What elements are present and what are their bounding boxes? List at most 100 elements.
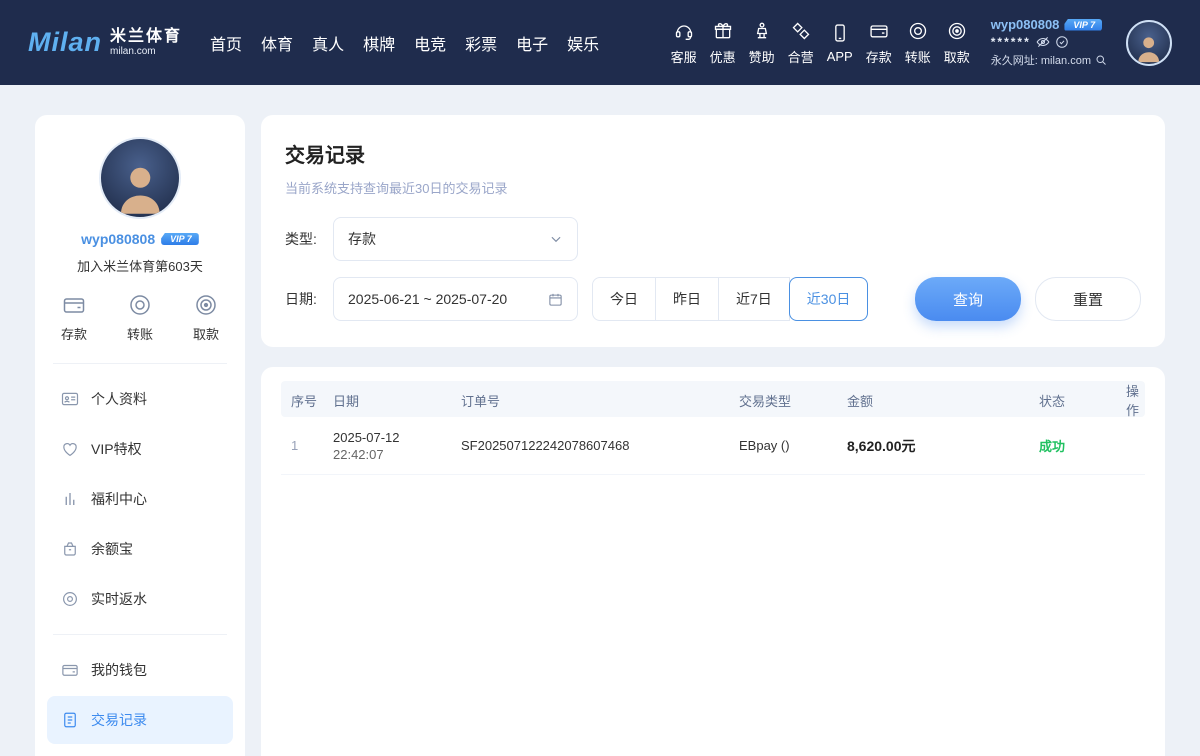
balance-mask: ******: [991, 35, 1031, 49]
nav-link-live[interactable]: 真人: [312, 31, 344, 55]
nav-link-slots[interactable]: 电子: [516, 31, 548, 55]
nav-withdraw-label: 取款: [944, 47, 970, 66]
col-amount: 金额: [843, 391, 1035, 410]
sidebar-item-profile-label: 个人资料: [91, 389, 147, 409]
calendar-icon: [548, 292, 563, 307]
page-subtitle: 当前系统支持查询最近30日的交易记录: [285, 178, 1141, 197]
range-yesterday-button[interactable]: 昨日: [655, 277, 719, 321]
transfer-icon: [908, 20, 928, 42]
nav-app-label: APP: [827, 49, 853, 64]
joined-days-text: 加入米兰体育第603天: [77, 256, 203, 275]
nav-sponsor-button[interactable]: 赞助: [749, 20, 775, 66]
chart-icon: [61, 490, 79, 508]
row-time-value: 22:42:07: [333, 447, 453, 462]
sidebar-deposit-button[interactable]: 存款: [61, 293, 87, 343]
nav-support-label: 客服: [671, 47, 697, 66]
col-action: 操作: [1117, 381, 1145, 419]
page-title: 交易记录: [285, 139, 1141, 168]
username: wyp080808: [991, 17, 1060, 32]
wallet-icon: [61, 661, 79, 679]
withdraw-icon: [947, 20, 967, 42]
reset-button[interactable]: 重置: [1035, 277, 1141, 321]
nav-promo-button[interactable]: 优惠: [710, 20, 736, 66]
nav-promo-label: 优惠: [710, 47, 736, 66]
sidebar-item-profile[interactable]: 个人资料: [47, 375, 233, 423]
sidebar-item-transaction-records-label: 交易记录: [91, 710, 147, 730]
nav-affiliate-button[interactable]: 合营: [788, 20, 814, 66]
wallet-quick-actions: 存款 转账 取款: [45, 275, 235, 359]
phone-icon: [830, 22, 850, 44]
deposit-icon: [62, 293, 86, 317]
permanent-url-label: 永久网址: milan.com: [991, 52, 1091, 68]
trophy-icon: [752, 20, 772, 42]
divider: [53, 363, 227, 364]
gift-icon: [713, 20, 733, 42]
type-select-value: 存款: [348, 229, 549, 249]
chevron-down-icon: [549, 232, 563, 246]
records-icon: [61, 711, 79, 729]
row-date-value: 2025-07-12: [333, 430, 453, 445]
row-type: EBpay (): [735, 430, 843, 461]
nav-withdraw-button[interactable]: 取款: [944, 20, 970, 66]
sidebar-item-welfare[interactable]: 福利中心: [47, 475, 233, 523]
table-header: 序号 日期 订单号 交易类型 金额 状态 操作: [281, 381, 1145, 417]
sidebar-menu: 个人资料 VIP特权 福利中心 余额宝: [45, 374, 235, 624]
nav-link-esports[interactable]: 电竞: [414, 31, 446, 55]
headset-icon: [674, 20, 694, 42]
type-label: 类型:: [285, 229, 333, 249]
row-order-no: SF202507122242078607468: [457, 430, 735, 461]
sidebar-item-welfare-label: 福利中心: [91, 489, 147, 509]
sidebar-withdraw-button[interactable]: 取款: [193, 293, 219, 343]
search-icon[interactable]: [1095, 54, 1107, 66]
nav-transfer-button[interactable]: 转账: [905, 20, 931, 66]
sidebar-item-my-wallet[interactable]: 我的钱包: [47, 646, 233, 694]
sidebar-transfer-label: 转账: [127, 324, 153, 343]
quick-range-group: 今日 昨日 近7日 近30日: [592, 277, 868, 321]
transaction-table-card: 序号 日期 订单号 交易类型 金额 状态 操作 1 2025-07-12 22:…: [261, 367, 1165, 756]
brand-logo-script: Milan: [28, 27, 102, 58]
brand-logo[interactable]: Milan 米兰体育 milan.com: [28, 27, 182, 58]
wallet-icon: [869, 20, 889, 42]
sidebar-item-vip[interactable]: VIP特权: [47, 425, 233, 473]
sidebar-menu-wallet: 我的钱包 交易记录: [45, 645, 235, 745]
rebate-icon: [61, 590, 79, 608]
date-range-input[interactable]: 2025-06-21 ~ 2025-07-20: [333, 277, 578, 321]
refresh-balance-icon[interactable]: [1055, 35, 1069, 49]
range-7days-button[interactable]: 近7日: [718, 277, 790, 321]
search-button[interactable]: 查询: [915, 277, 1021, 321]
nav-link-casino[interactable]: 娱乐: [567, 31, 599, 55]
nav-link-cards[interactable]: 棋牌: [363, 31, 395, 55]
nav-deposit-button[interactable]: 存款: [866, 20, 892, 66]
range-30days-button[interactable]: 近30日: [789, 277, 869, 321]
nav-link-lottery[interactable]: 彩票: [465, 31, 497, 55]
brand-domain: milan.com: [110, 46, 182, 57]
avatar[interactable]: [1126, 20, 1172, 66]
nav-app-button[interactable]: APP: [827, 22, 853, 64]
avatar[interactable]: [99, 137, 181, 219]
nav-support-button[interactable]: 客服: [671, 20, 697, 66]
id-card-icon: [61, 390, 79, 408]
sidebar-item-transaction-records[interactable]: 交易记录: [47, 696, 233, 744]
vault-icon: [61, 540, 79, 558]
row-index: 1: [281, 430, 329, 461]
sidebar-deposit-label: 存款: [61, 324, 87, 343]
heart-icon: [61, 440, 79, 458]
nav-transfer-label: 转账: [905, 47, 931, 66]
type-select[interactable]: 存款: [333, 217, 578, 261]
transaction-filter-card: 交易记录 当前系统支持查询最近30日的交易记录 类型: 存款 日期: 2025-…: [261, 115, 1165, 347]
sidebar-item-yuebao[interactable]: 余额宝: [47, 525, 233, 573]
nav-link-home[interactable]: 首页: [210, 31, 242, 55]
nav-link-sports[interactable]: 体育: [261, 31, 293, 55]
profile-sidebar: wyp080808 VIP 7 加入米兰体育第603天 存款 转账: [35, 115, 245, 756]
sidebar-transfer-button[interactable]: 转账: [127, 293, 153, 343]
brand-name-cn: 米兰体育: [110, 28, 182, 46]
divider: [53, 634, 227, 635]
nav-affiliate-label: 合营: [788, 47, 814, 66]
row-date: 2025-07-12 22:42:07: [329, 422, 457, 470]
nav-sponsor-label: 赞助: [749, 47, 775, 66]
eye-off-icon[interactable]: [1036, 35, 1050, 49]
row-status-badge: 成功: [1035, 428, 1117, 463]
range-today-button[interactable]: 今日: [592, 277, 656, 321]
sidebar-item-rebate[interactable]: 实时返水: [47, 575, 233, 623]
nav-deposit-label: 存款: [866, 47, 892, 66]
